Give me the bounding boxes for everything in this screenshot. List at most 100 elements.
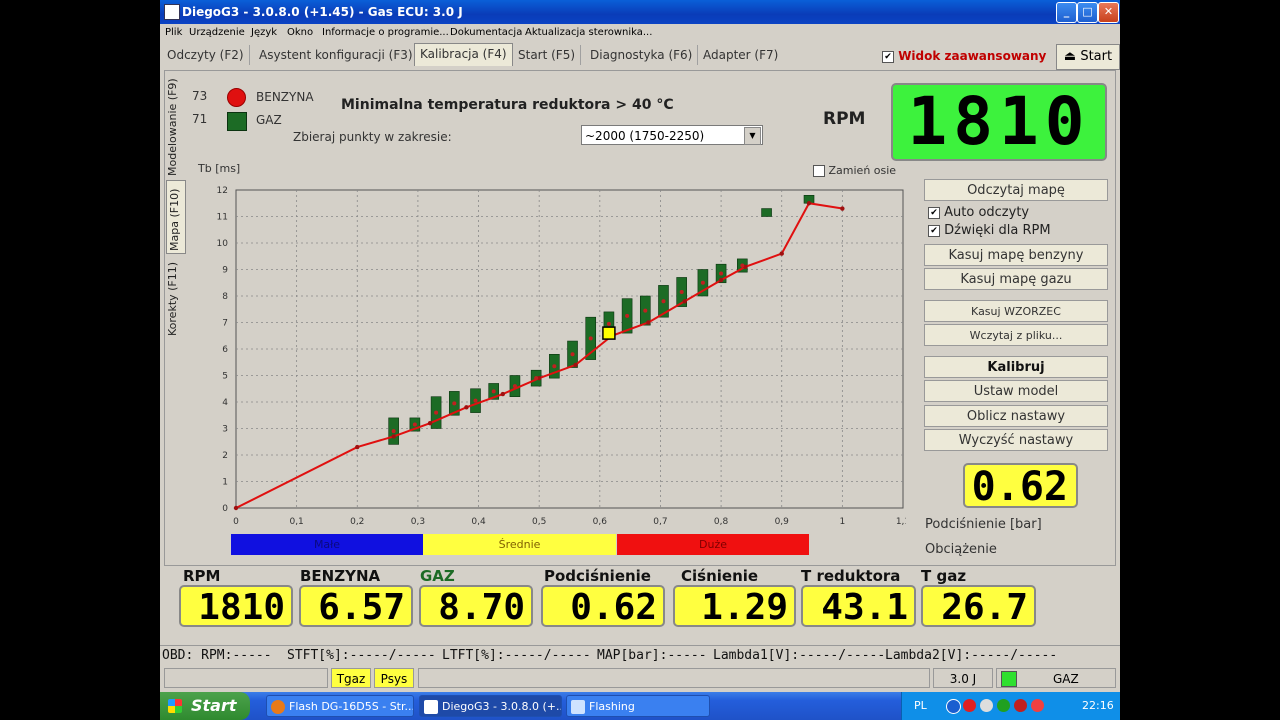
petrol-sample-dot <box>643 308 648 313</box>
eject-icon: ⏏ <box>1063 49 1077 64</box>
petrol-legend-label: BENZYNA <box>256 90 314 104</box>
tab-map[interactable]: Mapa (F10) <box>166 180 186 254</box>
status-bar: Tgaz Psys 3.0 J GAZ <box>160 666 1120 690</box>
gas-legend-label: GAZ <box>256 113 282 127</box>
clear-settings-button[interactable]: Wyczyść nastawy <box>924 429 1108 451</box>
taskbar-item-firefox[interactable]: Flash DG-16D5S - Str... <box>266 695 414 717</box>
x-tick-label: 0,4 <box>471 517 486 527</box>
load-file-button[interactable]: Wczytaj z pliku... <box>924 324 1108 346</box>
x-tick-label: 0,6 <box>593 517 608 527</box>
menu-language[interactable]: Język <box>251 27 277 38</box>
antivirus-icon[interactable] <box>963 699 976 712</box>
auto-read-toggle[interactable]: ✔ Auto odczyty <box>928 205 1029 220</box>
petrol-sample-dot <box>625 313 630 318</box>
tab-start[interactable]: Start (F5) <box>513 45 582 65</box>
x-tick-label: 0,2 <box>350 517 364 527</box>
language-indicator[interactable]: PL <box>914 699 927 712</box>
y-tick-label: 6 <box>222 345 228 355</box>
read-map-button[interactable]: Odczytaj mapę <box>924 179 1108 201</box>
calibrate-button[interactable]: Kalibruj <box>924 356 1108 378</box>
auto-read-checkbox[interactable]: ✔ <box>928 206 940 219</box>
taskbar-start-button[interactable]: Start <box>160 692 250 720</box>
taskbar: Start Flash DG-16D5S - Str... DiegoG3 - … <box>160 692 1120 720</box>
start-button[interactable]: ⏏ Start <box>1056 44 1120 70</box>
x-tick-label: 1 <box>839 517 845 527</box>
rpm-sounds-label: Dźwięki dla RPM <box>944 223 1051 238</box>
collect-range-label: Zbieraj punkty w zakresie: <box>293 130 452 144</box>
petrol-sample-dot <box>719 271 724 276</box>
tab-corrections[interactable]: Korekty (F11) <box>166 256 184 336</box>
rpm-display-label: RPM <box>823 109 866 129</box>
petrol-sample-dot <box>606 321 611 326</box>
clear-gas-map-button[interactable]: Kasuj mapę gazu <box>924 268 1108 290</box>
window-icon <box>571 700 585 714</box>
menu-file[interactable]: Plik <box>165 27 182 38</box>
menu-about[interactable]: Informacje o programie... <box>322 27 449 38</box>
windows-logo-icon <box>168 699 182 713</box>
tab-modeling[interactable]: Modelowanie (F9) <box>166 78 184 176</box>
gauge-gas-label: GAZ <box>420 567 455 585</box>
network-icon[interactable] <box>946 699 961 714</box>
y-tick-label: 7 <box>222 319 228 329</box>
advanced-view-checkbox[interactable]: ✔ <box>882 50 894 63</box>
taskbar-item-diego[interactable]: DiegoG3 - 3.0.8.0 (+... <box>419 695 562 717</box>
menu-documentation[interactable]: Dokumentacja <box>450 27 522 38</box>
alert-icon[interactable] <box>1031 699 1044 712</box>
petrol-point <box>355 444 360 450</box>
gas-mode-led <box>1001 671 1017 687</box>
menu-update-firmware[interactable]: Aktualizacja sterownika... <box>525 27 652 38</box>
tab-map-label: Mapa (F10) <box>168 188 181 251</box>
obd-stft: STFT[%]:-----/----- <box>287 648 436 663</box>
compute-settings-button[interactable]: Oblicz nastawy <box>924 405 1108 427</box>
petrol-point <box>464 405 469 410</box>
petrol-sample-dot <box>700 280 705 285</box>
y-tick-label: 3 <box>222 425 228 435</box>
petrol-point <box>682 299 687 304</box>
app-icon <box>164 4 180 20</box>
tab-config-wizard[interactable]: Asystent konfiguracji (F3) <box>254 45 419 65</box>
clear-pattern-button[interactable]: Kasuj WZORZEC <box>924 300 1108 322</box>
swap-axes-checkbox[interactable] <box>813 165 825 177</box>
petrol-point <box>806 201 812 206</box>
current-point-marker <box>602 326 616 340</box>
title-bar[interactable]: DiegoG3 - 3.0.8.0 (+1.45) - Gas ECU: 3.0… <box>160 0 1120 24</box>
rpm-sounds-toggle[interactable]: ✔ Dźwięki dla RPM <box>928 223 1051 238</box>
menu-device[interactable]: Urządzenie <box>189 27 245 38</box>
taskbar-item-flashing[interactable]: Flashing <box>566 695 710 717</box>
ati-icon[interactable] <box>1014 699 1027 712</box>
petrol-point <box>840 206 845 211</box>
x-tick-label: 0,7 <box>653 517 667 527</box>
swap-axes-toggle[interactable]: Zamień osie <box>813 164 896 177</box>
zone-low: Małe <box>231 534 423 555</box>
status-message-field <box>418 668 930 688</box>
system-tray: PL 22:16 <box>901 692 1120 720</box>
set-model-button[interactable]: Ustaw model <box>924 380 1108 402</box>
tab-diagnostics[interactable]: Diagnostyka (F6) <box>585 45 699 65</box>
tab-adapter[interactable]: Adapter (F7) <box>698 45 783 65</box>
security-icon[interactable] <box>980 699 993 712</box>
rpm-display: 1810 <box>891 83 1107 161</box>
maximize-button[interactable]: □ <box>1077 2 1098 23</box>
clear-petrol-map-button[interactable]: Kasuj mapę benzyny <box>924 244 1108 266</box>
obd-rpm: OBD: RPM:----- <box>162 648 272 663</box>
tab-modeling-label: Modelowanie (F9) <box>166 78 179 176</box>
obd-status-line: OBD: RPM:----- STFT[%]:-----/----- LTFT[… <box>160 645 1120 666</box>
obd-map: MAP[bar]:----- <box>597 648 707 663</box>
minimize-button[interactable]: _ <box>1056 2 1077 23</box>
close-button[interactable]: ✕ <box>1098 2 1119 23</box>
x-tick-label: 0,5 <box>532 517 546 527</box>
tab-calibration[interactable]: Kalibracja (F4) <box>414 43 513 66</box>
y-axis-label: Tb [ms] <box>198 162 241 175</box>
rpm-sounds-checkbox[interactable]: ✔ <box>928 224 940 237</box>
swap-axes-label: Zamień osie <box>828 164 897 177</box>
update-icon[interactable] <box>997 699 1010 712</box>
tab-readings[interactable]: Odczyty (F2) <box>162 45 250 65</box>
collect-range-select[interactable]: ~2000 (1750-2250) ▼ <box>581 125 763 145</box>
advanced-view-toggle[interactable]: ✔ Widok zaawansowany <box>882 49 1046 63</box>
chevron-down-icon[interactable]: ▼ <box>744 127 761 145</box>
calibration-chart[interactable]: 00,10,20,30,40,50,60,70,80,911,101234567… <box>216 182 906 527</box>
y-tick-label: 12 <box>217 186 228 196</box>
gauge-reducer-temp-label: T reduktora <box>801 567 901 585</box>
menu-window[interactable]: Okno <box>287 27 313 38</box>
petrol-sample-dot <box>412 422 417 427</box>
